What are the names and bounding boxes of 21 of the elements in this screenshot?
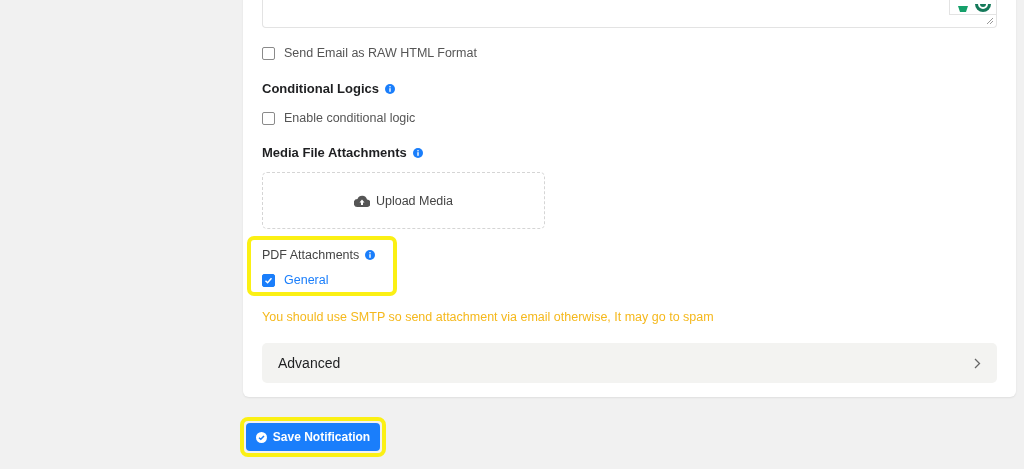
info-icon <box>365 250 376 260</box>
checkbox-label: Enable conditional logic <box>284 111 416 125</box>
info-icon <box>385 83 395 94</box>
info-icon <box>412 147 423 158</box>
checkbox[interactable] <box>262 111 275 125</box>
advanced-section-header[interactable]: Advanced <box>262 343 997 383</box>
warning-text: You should use SMTP so send attachment via email otherwise, It may go to spam <box>262 310 715 324</box>
checkbox[interactable] <box>262 46 275 60</box>
section-title: Conditional Logics <box>262 81 379 96</box>
checkbox-label: Send Email as RAW HTML Format <box>284 46 477 60</box>
grammar-icon[interactable] <box>973 4 992 14</box>
checkmark-icon <box>264 275 273 285</box>
checkbox-label: General <box>284 273 329 287</box>
check-circle-icon <box>255 431 267 443</box>
section-title: PDF Attachments <box>262 248 360 262</box>
checkbox[interactable] <box>262 273 275 287</box>
upload-media-button[interactable]: Upload Media <box>262 172 545 229</box>
save-notification-button[interactable]: Save Notification <box>246 423 380 451</box>
section-title: Media File Attachments <box>262 145 407 160</box>
cloud-upload-icon <box>353 194 370 207</box>
resize-handle-icon[interactable] <box>986 17 993 24</box>
